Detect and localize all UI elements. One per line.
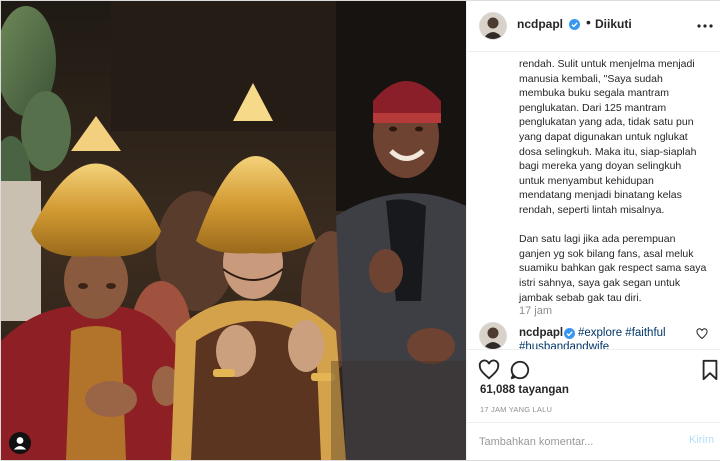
heart-icon[interactable]: [478, 359, 500, 381]
post-caption: rendah. Sulit untuk menjelma menjadi man…: [519, 57, 707, 320]
following-button[interactable]: Diikuti: [595, 17, 632, 31]
add-comment-bar: Kirim: [467, 422, 720, 461]
avatar[interactable]: [480, 13, 506, 39]
caption-paragraph: Dan satu lagi jika ada perempuan ganjen …: [519, 233, 707, 304]
view-count[interactable]: 61,088 tayangan: [480, 384, 569, 396]
bookmark-icon[interactable]: [699, 359, 720, 381]
comment-username[interactable]: ncdpapl: [519, 327, 563, 339]
caption-paragraph: rendah. Sulit untuk menjelma menjadi man…: [519, 58, 697, 216]
like-comment-heart-icon[interactable]: [696, 328, 708, 340]
header-username[interactable]: ncdpapl: [517, 17, 563, 31]
tagged-user-icon[interactable]: [9, 432, 31, 454]
instagram-post-modal: ncdpapl • Diikuti rendah. Sulit untuk me…: [0, 0, 720, 461]
comments-scroll-area[interactable]: rendah. Sulit untuk menjelma menjadi man…: [467, 52, 720, 349]
post-timestamp[interactable]: 17 JAM YANG LALU: [480, 405, 552, 414]
post-comment-button[interactable]: Kirim: [689, 434, 714, 446]
post-side-panel: ncdpapl • Diikuti rendah. Sulit untuk me…: [466, 1, 720, 460]
post-video[interactable]: [1, 1, 466, 460]
comment-hashtags-continued[interactable]: #husbandandwife: [519, 341, 609, 349]
video-frame-scene: [1, 1, 466, 460]
verified-badge-icon: [569, 19, 580, 30]
comment-hashtags[interactable]: #explore #faithful: [578, 327, 666, 339]
comment-icon[interactable]: [509, 359, 531, 381]
post-header: ncdpapl • Diikuti: [467, 1, 720, 52]
verified-badge-icon: [564, 328, 575, 339]
header-separator: •: [586, 14, 591, 30]
caption-timestamp[interactable]: 17 jam: [519, 305, 552, 317]
comment-item: ncdpapl #explore #faithful #husbandandwi…: [467, 321, 720, 349]
comment-input[interactable]: [479, 432, 659, 452]
avatar[interactable]: [480, 323, 506, 349]
more-options-icon[interactable]: [695, 16, 715, 36]
